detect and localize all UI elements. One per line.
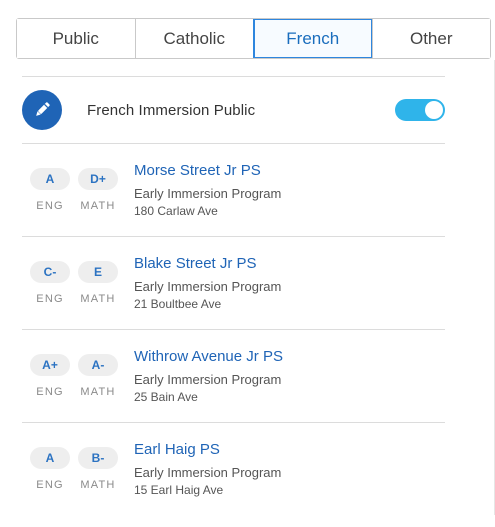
- math-grade-badge: E: [78, 261, 118, 283]
- pencil-icon: [22, 90, 62, 130]
- toggle-knob: [425, 101, 443, 119]
- tab-other[interactable]: Other: [371, 19, 490, 58]
- school-name-link[interactable]: Morse Street Jr PS: [134, 162, 261, 179]
- filter-label: French Immersion Public: [87, 101, 256, 119]
- eng-grade-badge: A+: [30, 354, 70, 376]
- school-program: Early Immersion Program: [134, 279, 282, 294]
- list-item[interactable]: A D+ ENG MATH Morse Street Jr PS Early I…: [22, 144, 445, 237]
- school-type-tabs: Public Catholic French Other: [16, 18, 491, 59]
- eng-label: ENG: [36, 386, 64, 398]
- french-immersion-toggle[interactable]: [395, 99, 445, 121]
- school-name-link[interactable]: Withrow Avenue Jr PS: [134, 348, 283, 365]
- math-label: MATH: [80, 479, 116, 491]
- school-program: Early Immersion Program: [134, 186, 282, 201]
- eng-label: ENG: [36, 293, 64, 305]
- eng-label: ENG: [36, 479, 64, 491]
- eng-grade-badge: C-: [30, 261, 70, 283]
- math-label: MATH: [80, 386, 116, 398]
- filter-row-french-immersion: French Immersion Public: [22, 90, 445, 130]
- math-grade-badge: A-: [78, 354, 118, 376]
- school-name-link[interactable]: Blake Street Jr PS: [134, 255, 257, 272]
- tab-catholic[interactable]: Catholic: [134, 19, 253, 58]
- math-grade-badge: D+: [78, 168, 118, 190]
- eng-grade-badge: A: [30, 168, 70, 190]
- school-program: Early Immersion Program: [134, 372, 282, 387]
- tab-french[interactable]: French: [253, 19, 372, 58]
- eng-label: ENG: [36, 200, 64, 212]
- school-program: Early Immersion Program: [134, 465, 282, 480]
- eng-grade-badge: A: [30, 447, 70, 469]
- school-address: 15 Earl Haig Ave: [134, 483, 224, 497]
- list-item[interactable]: A B- ENG MATH Earl Haig PS Early Immersi…: [22, 423, 445, 516]
- math-label: MATH: [80, 293, 116, 305]
- math-label: MATH: [80, 200, 116, 212]
- list-item[interactable]: A+ A- ENG MATH Withrow Avenue Jr PS Earl…: [22, 330, 445, 423]
- divider: [22, 76, 445, 77]
- math-grade-badge: B-: [78, 447, 118, 469]
- school-address: 21 Boultbee Ave: [134, 297, 222, 311]
- school-address: 25 Bain Ave: [134, 390, 198, 404]
- school-finder-panel: Public Catholic French Other French Imme…: [0, 0, 495, 527]
- tab-public[interactable]: Public: [17, 19, 135, 58]
- school-address: 180 Carlaw Ave: [134, 204, 218, 218]
- list-item[interactable]: C- E ENG MATH Blake Street Jr PS Early I…: [22, 237, 445, 330]
- school-name-link[interactable]: Earl Haig PS: [134, 441, 220, 458]
